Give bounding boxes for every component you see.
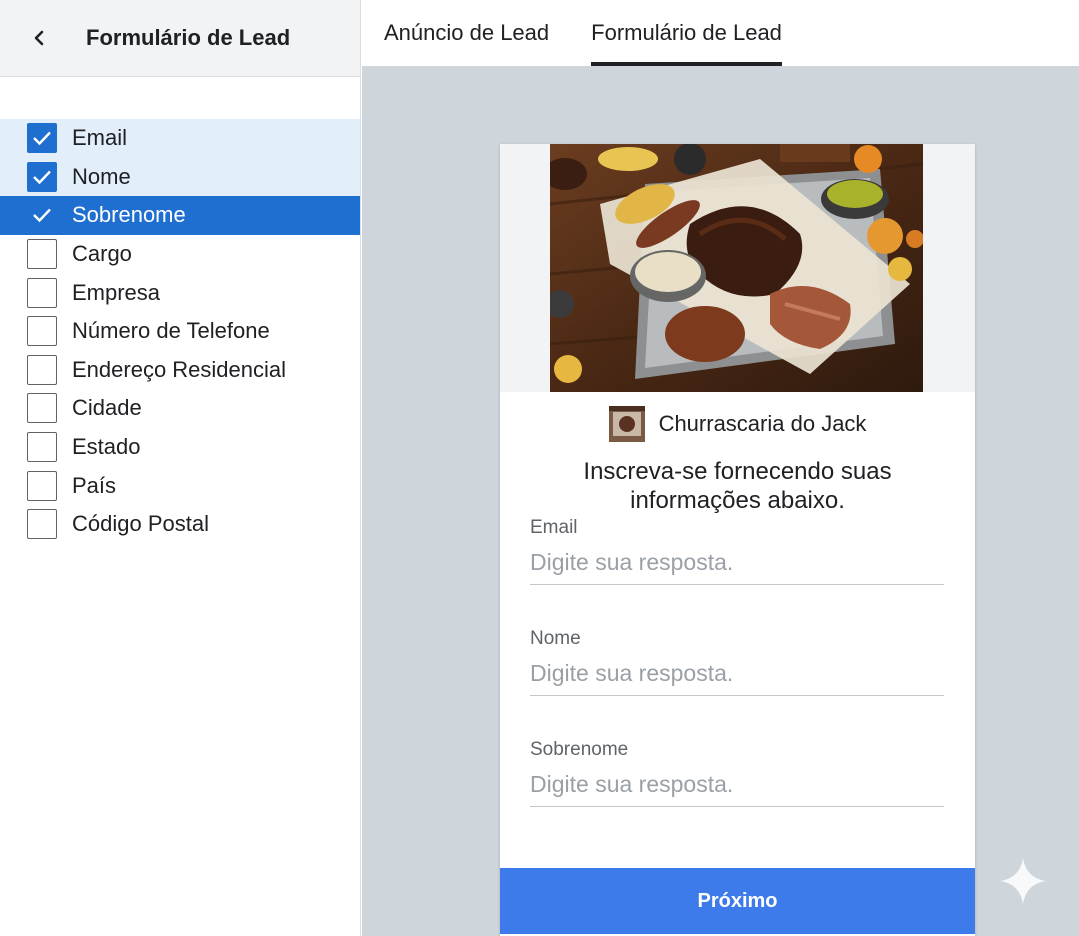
bbq-food-image (550, 144, 923, 392)
checkbox[interactable] (27, 316, 57, 347)
chevron-left-icon (34, 30, 44, 46)
sparkle-icon (1000, 858, 1046, 904)
field-item-sobrenome[interactable]: Sobrenome (0, 196, 360, 235)
field-item-endereco[interactable]: Endereço Residencial (0, 351, 360, 390)
field-label: Endereço Residencial (72, 356, 287, 382)
checkbox[interactable] (27, 432, 57, 463)
field-item-cidade[interactable]: Cidade (0, 389, 360, 428)
next-button[interactable]: Próximo (500, 868, 975, 934)
field-label: País (72, 472, 117, 498)
panel-header: Formulário de Lead (0, 0, 360, 77)
advertiser-name: Churrascaria do Jack (658, 411, 867, 436)
check-icon (33, 131, 51, 146)
field-item-cargo[interactable]: Cargo (0, 235, 360, 274)
form-field-email: Email (530, 517, 944, 585)
panel-title: Formulário de Lead (86, 25, 291, 50)
form-field-sobrenome: Sobrenome (530, 739, 944, 807)
field-item-email[interactable]: Email (0, 119, 360, 158)
field-label: Nome (72, 163, 131, 189)
tab-bar: Anúncio de Lead Formulário de Lead (362, 0, 1079, 66)
field-item-estado[interactable]: Estado (0, 428, 360, 467)
check-icon (33, 209, 51, 223)
email-input[interactable] (530, 549, 944, 585)
tab-lead-form[interactable]: Formulário de Lead (591, 20, 782, 66)
checkbox[interactable] (27, 239, 57, 270)
last-name-input[interactable] (530, 771, 944, 807)
field-item-empresa[interactable]: Empresa (0, 273, 360, 312)
checkbox[interactable] (27, 277, 57, 308)
field-label: Estado (72, 434, 141, 460)
field-label: Código Postal (72, 511, 209, 537)
field-label: Sobrenome (530, 739, 629, 760)
field-label: Nome (530, 628, 581, 649)
field-label: Empresa (72, 279, 161, 305)
field-list: Email Nome Sobrenome Cargo Empresa Númer… (0, 119, 360, 544)
back-button[interactable] (24, 23, 54, 53)
field-label: Cidade (72, 395, 142, 421)
field-item-codigo-postal[interactable]: Código Postal (0, 505, 360, 544)
first-name-input[interactable] (530, 660, 944, 696)
checkbox[interactable] (27, 200, 57, 231)
preview-panel: Anúncio de Lead Formulário de Lead Churr… (362, 0, 1079, 936)
field-label: Cargo (72, 241, 132, 267)
field-label: Sobrenome (72, 202, 186, 228)
field-item-telefone[interactable]: Número de Telefone (0, 312, 360, 351)
checkbox[interactable] (27, 509, 57, 540)
tab-lead-ad[interactable]: Anúncio de Lead (384, 20, 549, 66)
check-icon (33, 170, 51, 185)
checkbox[interactable] (27, 393, 57, 424)
checkbox[interactable] (27, 161, 57, 192)
checkbox[interactable] (27, 123, 57, 154)
form-intro-text: Inscreva-se fornecendo suas informações … (583, 458, 892, 514)
form-field-nome: Nome (530, 628, 944, 696)
ad-image-area (500, 144, 975, 392)
field-item-nome[interactable]: Nome (0, 157, 360, 197)
checkbox[interactable] (27, 470, 57, 501)
checkbox[interactable] (27, 354, 57, 385)
form-preview-card: Churrascaria do Jack Inscreva-se fornece… (500, 144, 975, 936)
advertiser-avatar (608, 406, 645, 442)
field-label: Número de Telefone (72, 318, 270, 344)
field-item-pais[interactable]: País (0, 466, 360, 505)
field-label: Email (530, 517, 578, 538)
advertiser-row: Churrascaria do Jack (500, 406, 975, 442)
field-selector-panel: Formulário de Lead Email Nome Sobrenome … (0, 0, 361, 936)
field-label: Email (72, 125, 128, 151)
